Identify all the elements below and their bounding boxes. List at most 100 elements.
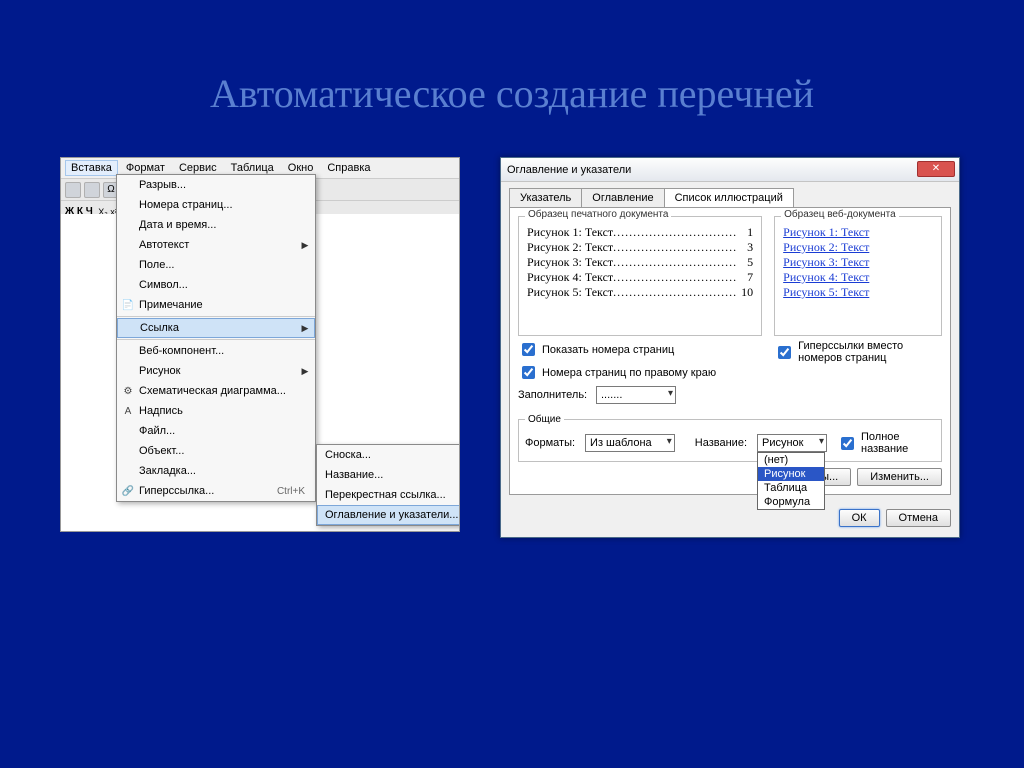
toc-dialog: Оглавление и указатели ✕ УказательОглавл…: [500, 157, 960, 538]
caption-label: Название:: [695, 437, 747, 449]
caption-dropdown-list[interactable]: (нет)РисунокТаблицаФормула: [757, 452, 825, 510]
menu-label: Символ...: [139, 279, 311, 291]
menu-label: Файл...: [139, 425, 311, 437]
filler-value: .......: [601, 389, 622, 401]
menu-label: Дата и время...: [139, 219, 311, 231]
checkbox-hyperlinks[interactable]: Гиперссылки вместо номеров страниц: [774, 340, 942, 364]
dropdown-option[interactable]: Таблица: [758, 481, 824, 495]
menu-icon: ⚙: [117, 386, 139, 397]
menu-item[interactable]: Рисунок▶: [117, 361, 315, 381]
menu-item[interactable]: Дата и время...: [117, 215, 315, 235]
checkbox-full-caption[interactable]: Полное название: [837, 431, 935, 455]
menu-вставка[interactable]: Вставка: [65, 160, 118, 176]
menu-icon: 🔗: [117, 486, 139, 497]
menu-label: Автотекст: [139, 239, 299, 251]
tab[interactable]: Список иллюстраций: [664, 188, 794, 208]
preview-link[interactable]: Рисунок 5: Текст: [783, 285, 933, 300]
preview-line: Рисунок 1: Текст .......................…: [527, 225, 753, 240]
menu-label: Разрыв...: [139, 179, 311, 191]
menu-item[interactable]: Символ...: [117, 275, 315, 295]
link-submenu: Сноска...Название...Перекрестная ссылка.…: [316, 444, 460, 526]
dialog-title: Оглавление и указатели: [507, 164, 631, 176]
checkbox-input[interactable]: [778, 346, 791, 359]
checkbox-input[interactable]: [522, 343, 535, 356]
preview-link[interactable]: Рисунок 1: Текст: [783, 225, 933, 240]
formats-label: Форматы:: [525, 437, 575, 449]
submenu-arrow-icon: ▶: [299, 240, 311, 251]
filler-label: Заполнитель:: [518, 389, 590, 401]
cancel-button[interactable]: Отмена: [886, 509, 951, 527]
web-preview: Рисунок 1: ТекстРисунок 2: ТекстРисунок …: [779, 221, 937, 331]
submenu-item[interactable]: Название...: [317, 465, 460, 485]
menu-item[interactable]: Автотекст▶: [117, 235, 315, 255]
submenu-arrow-icon: ▶: [299, 366, 311, 377]
menu-item[interactable]: Объект...: [117, 441, 315, 461]
menu-справка[interactable]: Справка: [321, 160, 376, 176]
preview-link[interactable]: Рисунок 4: Текст: [783, 270, 933, 285]
menu-item[interactable]: Поле...: [117, 255, 315, 275]
checkbox-input[interactable]: [522, 366, 535, 379]
filler-select[interactable]: .......: [596, 386, 676, 404]
change-button[interactable]: Изменить...: [857, 468, 942, 486]
menu-label: Закладка...: [139, 465, 311, 477]
menu-item[interactable]: 🔗Гиперссылка...Ctrl+K: [117, 481, 315, 501]
tab[interactable]: Указатель: [509, 188, 582, 208]
close-button[interactable]: ✕: [917, 161, 955, 177]
submenu-item[interactable]: Перекрестная ссылка...: [317, 485, 460, 505]
word-window: ВставкаФорматСервисТаблицаОкноСправка Ж …: [60, 157, 460, 532]
submenu-item[interactable]: Сноска...: [317, 445, 460, 465]
formats-value: Из шаблона: [590, 437, 652, 449]
dropdown-option[interactable]: (нет): [758, 453, 824, 467]
menu-item[interactable]: 📄Примечание: [117, 295, 315, 315]
dropdown-option[interactable]: Рисунок: [758, 467, 824, 481]
insert-menu-dropdown: Разрыв... Номера страниц... Дата и время..…: [116, 174, 316, 502]
print-preview: Рисунок 1: Текст .......................…: [523, 221, 757, 331]
menu-icon: A: [117, 406, 139, 417]
preview-line: Рисунок 5: Текст .......................…: [527, 285, 753, 300]
checkbox-input[interactable]: [841, 437, 854, 450]
dropdown-option[interactable]: Формула: [758, 495, 824, 509]
print-preview-label: Образец печатного документа: [525, 209, 671, 220]
tab[interactable]: Оглавление: [581, 188, 664, 208]
menu-label: Поле...: [139, 259, 311, 271]
menu-item[interactable]: ⚙Схематическая диаграмма...: [117, 381, 315, 401]
menu-item[interactable]: Файл...: [117, 421, 315, 441]
menu-item[interactable]: Разрыв...: [117, 175, 315, 195]
checkbox-label: Номера страниц по правому краю: [542, 367, 716, 379]
menu-item[interactable]: Номера страниц...: [117, 195, 315, 215]
menu-item[interactable]: Веб-компонент...: [117, 341, 315, 361]
caption-value: Рисунок: [762, 437, 804, 449]
menu-label: Примечание: [139, 299, 311, 311]
common-fieldset: Общие Форматы: Из шаблона Название: Рису…: [518, 414, 942, 462]
menu-item[interactable]: Ссылка▶: [117, 318, 315, 338]
checkbox-label: Показать номера страниц: [542, 344, 674, 356]
menu-label: Номера страниц...: [139, 199, 311, 211]
print-preview-group: Образец печатного документа Рисунок 1: Т…: [518, 216, 762, 336]
preview-link[interactable]: Рисунок 2: Текст: [783, 240, 933, 255]
preview-link[interactable]: Рисунок 3: Текст: [783, 255, 933, 270]
preview-line: Рисунок 3: Текст .......................…: [527, 255, 753, 270]
tb-icon[interactable]: [84, 182, 100, 198]
caption-select[interactable]: Рисунок: [757, 434, 827, 452]
menu-label: Гиперссылка...: [139, 485, 277, 497]
checkbox-show-pages[interactable]: Показать номера страниц: [518, 340, 762, 359]
checkbox-label: Гиперссылки вместо номеров страниц: [798, 340, 942, 364]
menu-label: Объект...: [139, 445, 311, 457]
preview-line: Рисунок 4: Текст .......................…: [527, 270, 753, 285]
submenu-item[interactable]: Оглавление и указатели...: [317, 505, 460, 525]
ok-button[interactable]: ОК: [839, 509, 880, 527]
menu-label: Схематическая диаграмма...: [139, 385, 311, 397]
menu-item[interactable]: Закладка...: [117, 461, 315, 481]
tab-body: Образец печатного документа Рисунок 1: Т…: [509, 207, 951, 495]
slide-title: Автоматическое создание перечней: [0, 0, 1024, 117]
common-legend: Общие: [525, 414, 564, 425]
formats-select[interactable]: Из шаблона: [585, 434, 675, 452]
tb-icon[interactable]: [65, 182, 81, 198]
web-preview-label: Образец веб-документа: [781, 209, 899, 220]
submenu-arrow-icon: ▶: [299, 323, 311, 334]
web-preview-group: Образец веб-документа Рисунок 1: ТекстРи…: [774, 216, 942, 336]
menu-label: Рисунок: [139, 365, 299, 377]
checkbox-right-align[interactable]: Номера страниц по правому краю: [518, 363, 762, 382]
menu-label: Надпись: [139, 405, 311, 417]
menu-item[interactable]: AНадпись: [117, 401, 315, 421]
